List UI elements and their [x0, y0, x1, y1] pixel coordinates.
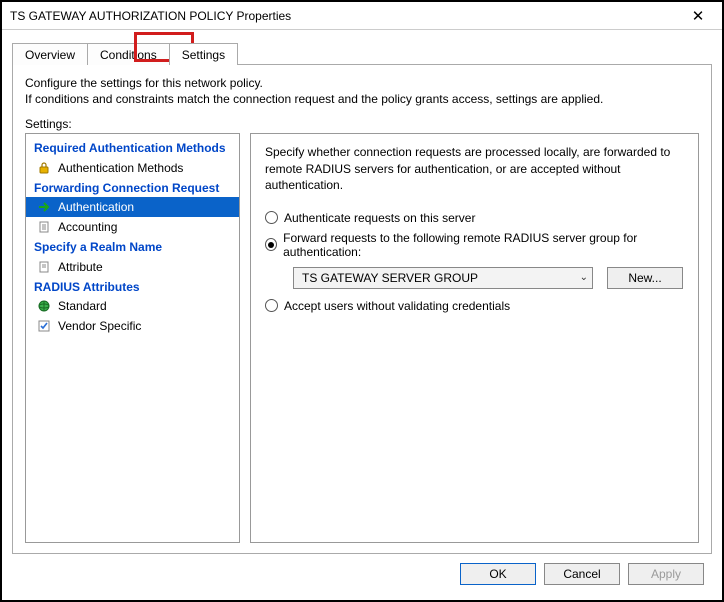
- dialog-footer: OK Cancel Apply: [12, 554, 712, 594]
- tree-label: Authentication Methods: [58, 161, 183, 175]
- radio-icon: [265, 238, 277, 251]
- combobox-value: TS GATEWAY SERVER GROUP: [302, 271, 478, 285]
- tab-row: Overview Conditions Settings: [12, 38, 712, 64]
- settings-label: Settings:: [25, 117, 699, 131]
- radio-icon: [265, 299, 278, 312]
- checkbox-icon: [36, 318, 52, 334]
- arrow-right-icon: [36, 199, 52, 215]
- radio-label: Authenticate requests on this server: [284, 211, 475, 225]
- tree-cat-forwarding: Forwarding Connection Request: [26, 178, 239, 197]
- detail-panel: Specify whether connection requests are …: [250, 133, 699, 543]
- intro-text: Configure the settings for this network …: [25, 75, 699, 107]
- radio-icon: [265, 211, 278, 224]
- radio-forward-remote[interactable]: Forward requests to the following remote…: [265, 231, 684, 259]
- tree-label: Standard: [58, 299, 107, 313]
- tree-item-authentication[interactable]: Authentication: [26, 197, 239, 217]
- intro-line2: If conditions and constraints match the …: [25, 92, 603, 106]
- tree-item-attribute[interactable]: Attribute: [26, 257, 239, 277]
- server-group-row: TS GATEWAY SERVER GROUP ⌄ New...: [293, 267, 684, 289]
- tree-label: Accounting: [58, 220, 117, 234]
- tree-cat-required-auth: Required Authentication Methods: [26, 138, 239, 157]
- document-icon: [36, 259, 52, 275]
- titlebar: TS GATEWAY AUTHORIZATION POLICY Properti…: [2, 2, 722, 30]
- tree-label: Attribute: [58, 260, 103, 274]
- server-group-combobox[interactable]: TS GATEWAY SERVER GROUP ⌄: [293, 267, 593, 289]
- tree-item-vendor-specific[interactable]: Vendor Specific: [26, 316, 239, 336]
- settings-tree: Required Authentication Methods Authenti…: [25, 133, 240, 543]
- tree-item-standard[interactable]: Standard: [26, 296, 239, 316]
- tree-label: Authentication: [58, 200, 134, 214]
- tab-overview[interactable]: Overview: [12, 43, 88, 65]
- radio-label: Accept users without validating credenti…: [284, 299, 510, 313]
- dialog-body: Overview Conditions Settings Configure t…: [2, 30, 722, 600]
- chevron-down-icon: ⌄: [580, 272, 588, 283]
- split-container: Required Authentication Methods Authenti…: [25, 133, 699, 543]
- dialog-window: TS GATEWAY AUTHORIZATION POLICY Properti…: [0, 0, 724, 602]
- apply-button[interactable]: Apply: [628, 563, 704, 585]
- radio-authenticate-local[interactable]: Authenticate requests on this server: [265, 211, 684, 225]
- cancel-button[interactable]: Cancel: [544, 563, 620, 585]
- tab-conditions[interactable]: Conditions: [87, 43, 170, 65]
- tree-cat-realm: Specify a Realm Name: [26, 237, 239, 256]
- tab-panel-settings: Configure the settings for this network …: [12, 64, 712, 554]
- tree-cat-radius: RADIUS Attributes: [26, 277, 239, 296]
- tree-label: Vendor Specific: [58, 319, 141, 333]
- window-title: TS GATEWAY AUTHORIZATION POLICY Properti…: [10, 9, 291, 23]
- panel-description: Specify whether connection requests are …: [265, 144, 684, 193]
- radio-accept-without-validation[interactable]: Accept users without validating credenti…: [265, 299, 684, 313]
- tree-item-accounting[interactable]: Accounting: [26, 217, 239, 237]
- document-icon: [36, 219, 52, 235]
- tree-item-auth-methods[interactable]: Authentication Methods: [26, 158, 239, 178]
- intro-line1: Configure the settings for this network …: [25, 76, 263, 90]
- lock-icon: [36, 160, 52, 176]
- close-icon[interactable]: ✕: [680, 7, 716, 25]
- radio-label: Forward requests to the following remote…: [283, 231, 684, 259]
- globe-icon: [36, 298, 52, 314]
- ok-button[interactable]: OK: [460, 563, 536, 585]
- tab-settings[interactable]: Settings: [169, 43, 238, 65]
- new-button[interactable]: New...: [607, 267, 683, 289]
